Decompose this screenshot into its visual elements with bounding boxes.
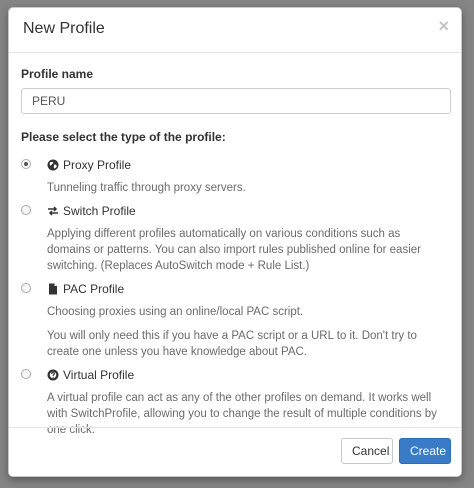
cancel-button[interactable]: Cancel (341, 438, 393, 464)
dialog-header: New Profile × (9, 8, 461, 53)
option-title: PAC Profile (63, 282, 125, 296)
radio-pac-profile[interactable] (21, 283, 31, 293)
option-title-row: Switch Profile (47, 204, 449, 218)
option-title-row: Virtual Profile (47, 368, 449, 382)
option-description-note: You will only need this if you have a PA… (47, 330, 417, 358)
option-title: Switch Profile (63, 204, 136, 218)
create-button[interactable]: Create (399, 438, 451, 464)
radio-switch-profile[interactable] (21, 205, 31, 215)
profile-name-input[interactable] (21, 88, 451, 114)
page: New Profile × Profile name Please select… (0, 0, 474, 488)
radio-proxy-profile[interactable] (21, 159, 31, 169)
dialog-title: New Profile (23, 20, 105, 37)
option-description: Choosing proxies using an online/local P… (47, 306, 304, 318)
option-title-row: Proxy Profile (47, 158, 449, 172)
option-switch-profile[interactable]: Switch Profile Applying different profil… (21, 204, 449, 274)
option-pac-profile[interactable]: PAC Profile Choosing proxies using an on… (21, 282, 449, 360)
new-profile-dialog: New Profile × Profile name Please select… (8, 7, 462, 477)
globe-icon (47, 159, 59, 171)
radio-virtual-profile[interactable] (21, 369, 31, 379)
option-description: Tunneling traffic through proxy servers. (47, 182, 246, 194)
file-icon (49, 283, 57, 295)
profile-name-label: Profile name (21, 67, 94, 81)
switch-arrows-icon (48, 206, 58, 216)
option-title-row: PAC Profile (47, 282, 449, 296)
question-circle-icon (47, 369, 59, 381)
dialog-body: Profile name Please select the type of t… (9, 53, 461, 438)
option-title: Virtual Profile (63, 368, 135, 382)
profile-type-heading: Please select the type of the profile: (21, 130, 226, 144)
option-title: Proxy Profile (63, 158, 132, 172)
option-description: Applying different profiles automaticall… (47, 228, 421, 272)
close-icon[interactable]: × (438, 17, 449, 35)
option-proxy-profile[interactable]: Proxy Profile Tunneling traffic through … (21, 158, 449, 196)
dialog-footer: Cancel Create (9, 427, 461, 476)
